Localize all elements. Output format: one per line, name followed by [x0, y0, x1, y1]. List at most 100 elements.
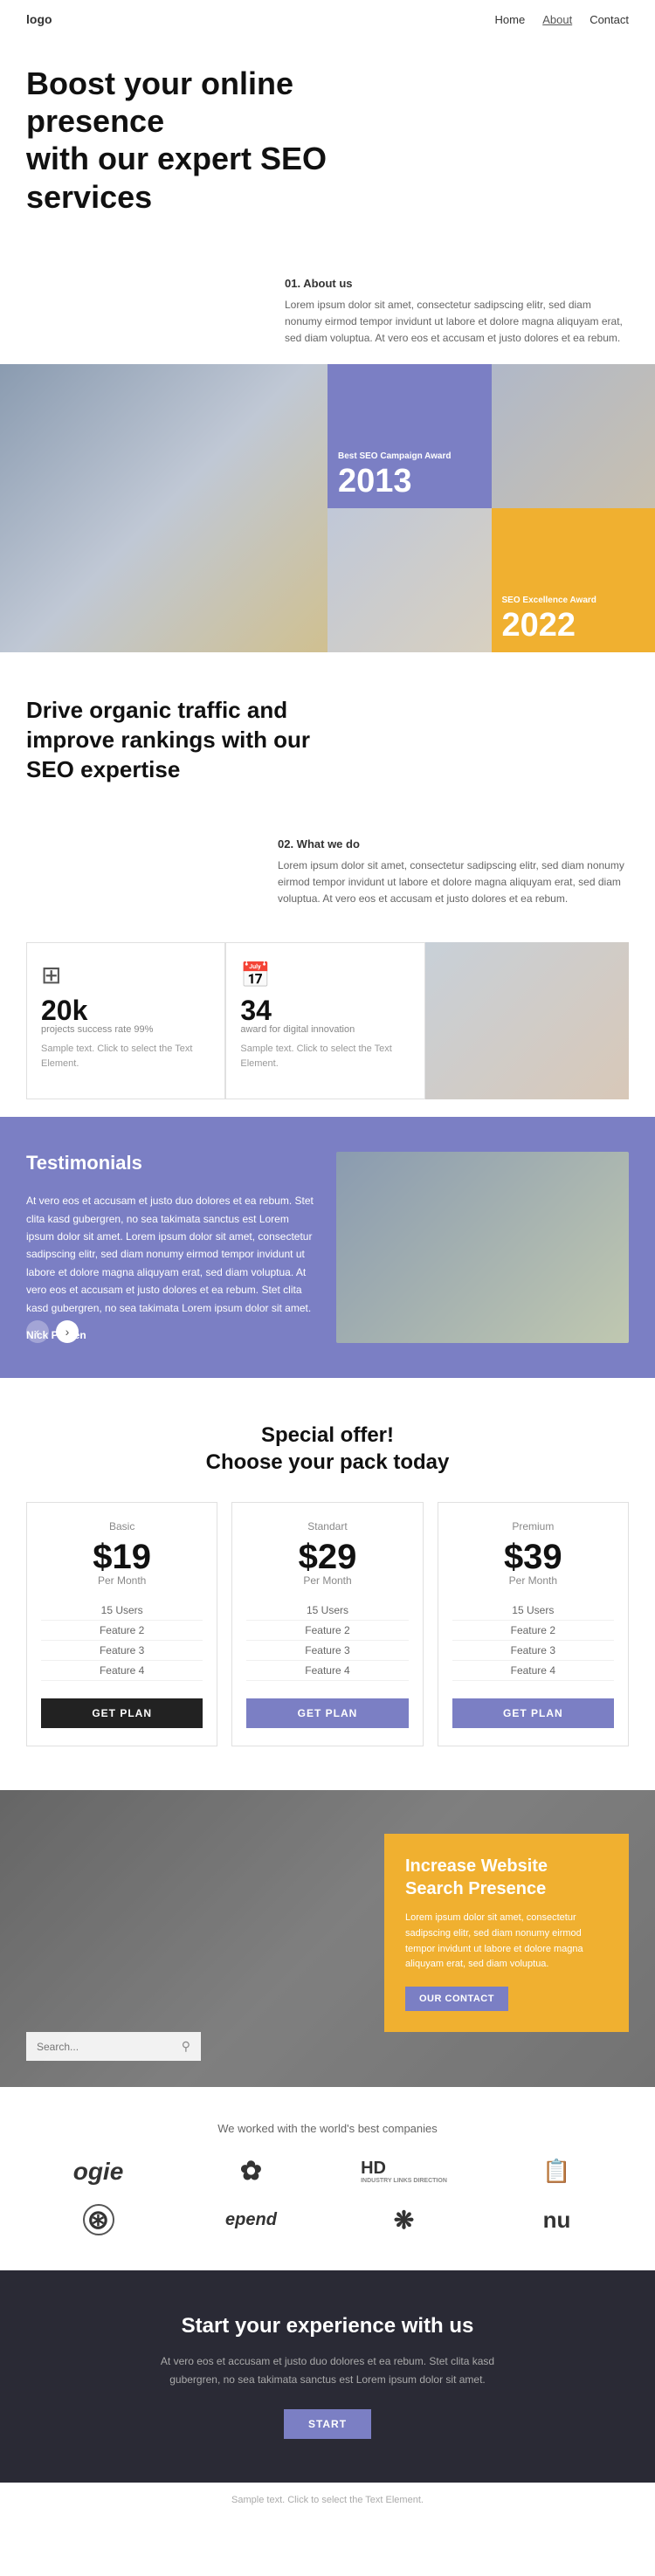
list-item: Feature 2	[452, 1621, 614, 1641]
what-we-do-section: 02. What we do Lorem ipsum dolor sit ame…	[0, 837, 655, 926]
image-person-stand	[492, 364, 655, 508]
cta-start-button[interactable]: START	[284, 2409, 371, 2439]
list-item: 15 Users	[246, 1601, 408, 1621]
list-item: 15 Users	[41, 1601, 203, 1621]
partners-grid: ogie ✿ HD INDUSTRY LINKS DIRECTION 📋 ⊛ e…	[26, 2156, 629, 2235]
pricing-card-premium: Premium $39 Per Month 15 Users Feature 2…	[438, 1502, 629, 1746]
plan-premium-price: $39	[452, 1539, 614, 1574]
plan-premium-button[interactable]: GET PLAN	[452, 1698, 614, 1728]
image-tablet	[328, 508, 492, 652]
list-item: Feature 4	[452, 1661, 614, 1681]
list-item: Feature 3	[246, 1641, 408, 1661]
award2-title: SEO Excellence Award	[502, 596, 645, 605]
partner-2: ✿	[179, 2156, 323, 2187]
plan-standard-period: Per Month	[246, 1574, 408, 1587]
award-2013-cell: Best SEO Campaign Award 2013	[328, 364, 492, 508]
partner-7: ❋	[332, 2206, 476, 2235]
about-text: 01. About us Lorem ipsum dolor sit amet,…	[285, 277, 629, 348]
award1-year: 2013	[338, 465, 481, 498]
plan-basic-period: Per Month	[41, 1574, 203, 1587]
image-grid: Best SEO Campaign Award 2013 SEO Excelle…	[0, 364, 655, 652]
stat-box-2: 📅 34 award for digital innovation Sample…	[225, 942, 424, 1099]
list-item: Feature 2	[246, 1621, 408, 1641]
stat1-label: projects success rate 99%	[41, 1024, 210, 1035]
partner-nu: nu	[485, 2207, 629, 2234]
what-we-do-label: 02. What we do	[278, 837, 629, 851]
award-2022-cell: SEO Excellence Award 2022	[492, 508, 655, 652]
stat1-icon: ⊞	[41, 961, 210, 989]
testimonial-prev-button[interactable]: ‹	[26, 1320, 49, 1343]
testimonials-image	[336, 1152, 629, 1343]
about-body: Lorem ipsum dolor sit amet, consectetur …	[285, 297, 629, 348]
nav-contact[interactable]: Contact	[590, 13, 629, 26]
pricing-card-basic: Basic $19 Per Month 15 Users Feature 2 F…	[26, 1502, 217, 1746]
search-input[interactable]	[37, 2041, 182, 2053]
partner-ogie: ogie	[26, 2158, 170, 2186]
testimonials-left: Testimonials At vero eos et accusam et j…	[26, 1152, 336, 1343]
search-content-heading: Increase Website Search Presence	[405, 1855, 608, 1900]
hero-headline: Boost your online presence with our expe…	[26, 65, 393, 216]
testimonial-next-button[interactable]: ›	[56, 1320, 79, 1343]
stats-row: ⊞ 20k projects success rate 99% Sample t…	[0, 925, 655, 1117]
list-item: Feature 3	[452, 1641, 614, 1661]
pricing-headline: Special offer! Choose your pack today	[26, 1422, 629, 1476]
stats-image	[425, 942, 629, 1099]
about-section: 01. About us Lorem ipsum dolor sit amet,…	[0, 277, 655, 365]
search-icon: ⚲	[182, 2039, 190, 2054]
plan-basic-name: Basic	[41, 1520, 203, 1533]
nav-home[interactable]: Home	[495, 13, 526, 26]
section2-headline: Drive organic traffic and improve rankin…	[26, 696, 341, 784]
logo: logo	[26, 12, 52, 26]
partners-section: We worked with the world's best companie…	[0, 2087, 655, 2270]
testimonials-section: Testimonials At vero eos et accusam et j…	[0, 1117, 655, 1378]
plan-standard-button[interactable]: GET PLAN	[246, 1698, 408, 1728]
stat1-desc: Sample text. Click to select the Text El…	[41, 1042, 210, 1071]
stat2-desc: Sample text. Click to select the Text El…	[240, 1042, 410, 1071]
partner-5: ⊛	[26, 2204, 170, 2235]
plan-premium-name: Premium	[452, 1520, 614, 1533]
stat2-icon: 📅	[240, 961, 410, 989]
footer-note-text: Sample text. Click to select the Text El…	[26, 2495, 629, 2505]
testimonial-text: At vero eos et accusam et justo duo dolo…	[26, 1192, 319, 1317]
plan-standard-features: 15 Users Feature 2 Feature 3 Feature 4	[246, 1601, 408, 1681]
nav-about[interactable]: About	[542, 13, 572, 26]
footer-note: Sample text. Click to select the Text El…	[0, 2483, 655, 2517]
list-item: Feature 2	[41, 1621, 203, 1641]
plan-premium-period: Per Month	[452, 1574, 614, 1587]
plan-standard-name: Standart	[246, 1520, 408, 1533]
partners-heading: We worked with the world's best companie…	[26, 2122, 629, 2135]
stat2-number: 34	[240, 996, 410, 1024]
cta-section: Start your experience with us At vero eo…	[0, 2270, 655, 2483]
plan-premium-features: 15 Users Feature 2 Feature 3 Feature 4	[452, 1601, 614, 1681]
list-item: Feature 4	[41, 1661, 203, 1681]
cta-body: At vero eos et accusam et justo duo dolo…	[153, 2352, 502, 2388]
plan-standard-price: $29	[246, 1539, 408, 1574]
partner-4: 📋	[485, 2158, 629, 2185]
stat2-label: award for digital innovation	[240, 1024, 410, 1035]
cta-heading: Start your experience with us	[26, 2314, 629, 2338]
what-we-do-body: Lorem ipsum dolor sit amet, consectetur …	[278, 858, 629, 908]
list-item: Feature 4	[246, 1661, 408, 1681]
pricing-card-standard: Standart $29 Per Month 15 Users Feature …	[231, 1502, 423, 1746]
our-contact-button[interactable]: OUR CONTACT	[405, 1987, 508, 2011]
stat-box-1: ⊞ 20k projects success rate 99% Sample t…	[26, 942, 225, 1099]
search-content-body: Lorem ipsum dolor sit amet, consectetur …	[405, 1911, 608, 1972]
image-person-desk	[0, 364, 328, 652]
list-item: 15 Users	[452, 1601, 614, 1621]
award2-year: 2022	[502, 609, 645, 642]
testimonials-heading: Testimonials	[26, 1152, 319, 1174]
search-section: Increase Website Search Presence Lorem i…	[0, 1790, 655, 2087]
award1-title: Best SEO Campaign Award	[338, 451, 481, 461]
plan-basic-button[interactable]: GET PLAN	[41, 1698, 203, 1728]
nav-links: Home About Contact	[495, 13, 629, 26]
hero-section: Boost your online presence with our expe…	[0, 38, 655, 277]
search-bar: ⚲	[26, 2032, 201, 2061]
navigation: logo Home About Contact	[0, 0, 655, 38]
about-label: 01. About us	[285, 277, 629, 290]
plan-basic-price: $19	[41, 1539, 203, 1574]
search-content-box: Increase Website Search Presence Lorem i…	[384, 1834, 629, 2031]
partner-hd: HD INDUSTRY LINKS DIRECTION	[332, 2159, 476, 2185]
stat1-number: 20k	[41, 996, 210, 1024]
section2: Drive organic traffic and improve rankin…	[0, 652, 655, 837]
what-we-do-text: 02. What we do Lorem ipsum dolor sit ame…	[278, 837, 629, 908]
